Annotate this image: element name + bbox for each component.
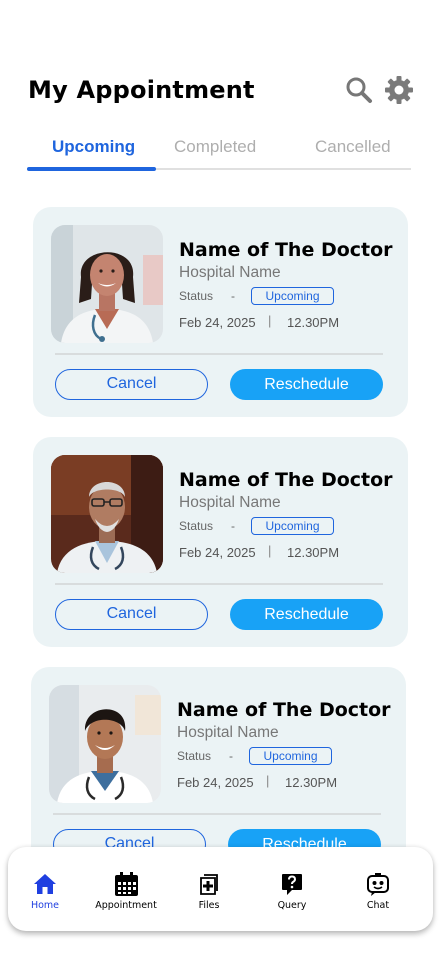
status-separator: - <box>231 289 235 303</box>
nav-home[interactable]: Home <box>22 847 68 931</box>
status-badge: Upcoming <box>251 517 334 535</box>
nav-files[interactable]: Files <box>189 847 229 931</box>
appointment-time: 12.30PM <box>287 315 340 330</box>
header: My Appointment <box>28 74 418 110</box>
status-separator: - <box>229 749 233 763</box>
appointment-date: Feb 24, 2025 <box>177 775 254 790</box>
status-label: Status <box>179 289 214 303</box>
nav-home-label: Home <box>30 900 60 911</box>
nav-appointment[interactable]: Appointment <box>95 847 157 931</box>
search-button[interactable] <box>344 74 374 106</box>
appointment-card: Name of The Doctor Hospital Name Status … <box>33 207 408 417</box>
settings-button[interactable] <box>384 74 414 106</box>
gear-icon <box>385 76 413 104</box>
appointment-card: Name of The Doctor Hospital Name Status … <box>33 437 408 647</box>
reschedule-button[interactable]: Reschedule <box>230 599 383 630</box>
appointment-card: Name of The Doctor Hospital Name Status … <box>31 667 406 877</box>
nav-files-label: Files <box>198 900 220 911</box>
card-divider <box>53 813 381 815</box>
appointment-date: Feb 24, 2025 <box>179 315 256 330</box>
appointment-time: 12.30PM <box>285 775 338 790</box>
status-label: Status <box>177 749 212 763</box>
status-label: Status <box>179 519 214 533</box>
medical-file-icon <box>200 874 218 895</box>
appointment-date: Feb 24, 2025 <box>179 545 256 560</box>
tab-completed[interactable]: Completed <box>174 137 256 157</box>
active-tab-indicator <box>27 167 156 171</box>
nav-query-label: Query <box>277 900 307 911</box>
reschedule-button[interactable]: Reschedule <box>230 369 383 400</box>
nav-chat-label: Chat <box>366 900 390 911</box>
cancel-button[interactable]: Cancel <box>55 599 208 630</box>
nav-query[interactable]: Query <box>272 847 312 931</box>
card-divider <box>55 583 383 585</box>
appointment-tabs: Upcoming Completed Cancelled <box>27 134 411 171</box>
doctor-name: Name of The Doctor <box>177 699 391 721</box>
doctor-name: Name of The Doctor <box>179 239 393 261</box>
page-title: My Appointment <box>28 76 255 104</box>
doctor-photo <box>51 455 163 573</box>
doctor-photo <box>49 685 161 803</box>
calendar-icon <box>114 871 138 896</box>
card-divider <box>55 353 383 355</box>
bottom-navigation: Home Appointment Files Query Chat <box>8 847 433 931</box>
doctor-photo <box>51 225 163 343</box>
search-icon <box>346 77 372 103</box>
home-icon <box>34 874 56 894</box>
date-time-separator: | <box>268 543 272 558</box>
tab-upcoming[interactable]: Upcoming <box>52 137 135 157</box>
status-badge: Upcoming <box>251 287 334 305</box>
hospital-name: Hospital Name <box>177 724 279 741</box>
cancel-button[interactable]: Cancel <box>55 369 208 400</box>
status-separator: - <box>231 519 235 533</box>
nav-chat[interactable]: Chat <box>358 847 398 931</box>
tab-cancelled[interactable]: Cancelled <box>315 137 391 157</box>
date-time-separator: | <box>266 773 270 788</box>
status-badge: Upcoming <box>249 747 332 765</box>
hospital-name: Hospital Name <box>179 264 281 281</box>
nav-appointment-label: Appointment <box>95 900 157 911</box>
appointment-time: 12.30PM <box>287 545 340 560</box>
date-time-separator: | <box>268 313 272 328</box>
hospital-name: Hospital Name <box>179 494 281 511</box>
question-icon <box>282 874 302 895</box>
doctor-name: Name of The Doctor <box>179 469 393 491</box>
chatbot-icon <box>367 873 389 896</box>
